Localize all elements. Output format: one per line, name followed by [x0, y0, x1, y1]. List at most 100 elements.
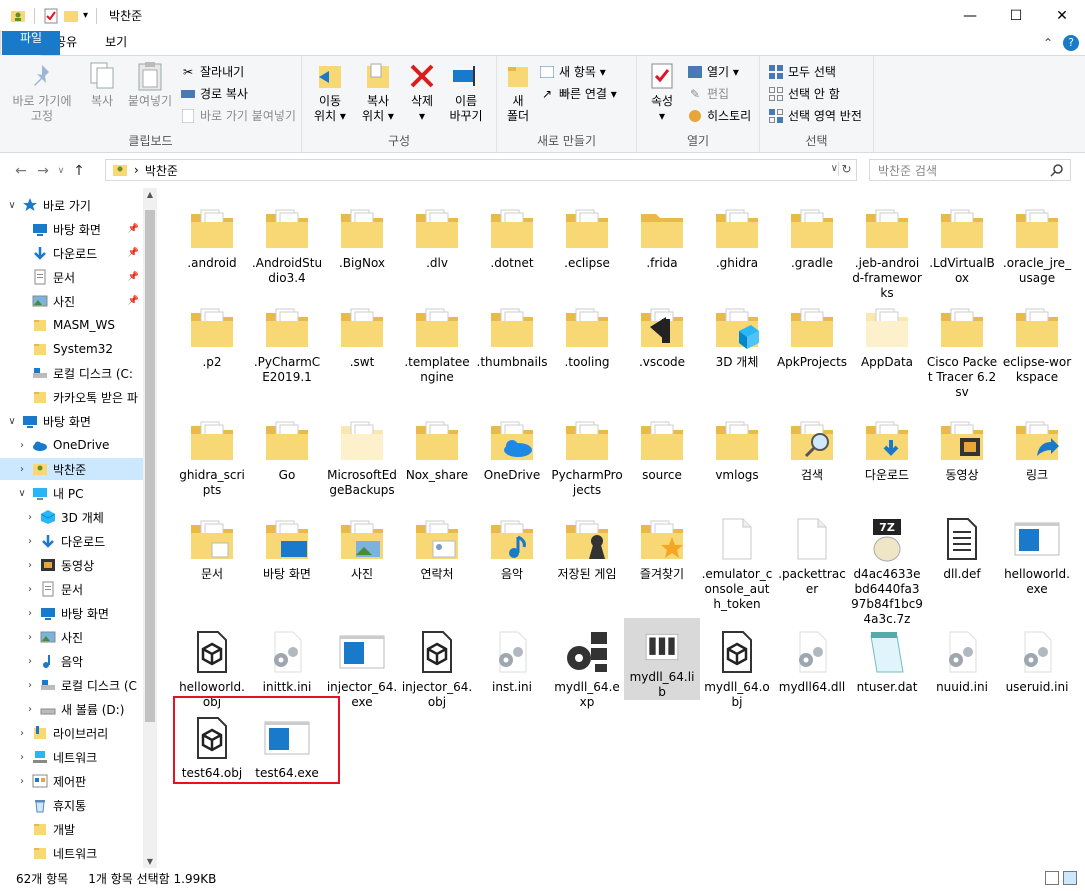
file-item[interactable]: injector_64.obj	[399, 618, 475, 710]
file-item[interactable]: .PyCharmCE2019.1	[249, 293, 325, 385]
copy-path-button[interactable]: 경로 복사	[180, 84, 296, 103]
address-dropdown-icon[interactable]: ∨	[831, 163, 838, 174]
edit-button[interactable]: ✎ 편집	[687, 84, 751, 103]
nav-item-17[interactable]: › 바탕 화면	[0, 602, 143, 624]
ribbon-collapse-icon[interactable]: ⌃	[1043, 36, 1053, 50]
nav-item-22[interactable]: › 라이브러리	[0, 722, 143, 744]
refresh-icon[interactable]: ↻	[838, 162, 854, 176]
nav-item-26[interactable]: 개발	[0, 818, 143, 840]
file-item[interactable]: .gradle	[774, 194, 850, 271]
collapse-icon[interactable]: ∨	[16, 488, 28, 499]
maximize-button[interactable]: ☐	[993, 0, 1039, 31]
nav-item-24[interactable]: › 제어판	[0, 770, 143, 792]
file-item[interactable]: .templateengine	[399, 293, 475, 385]
file-item[interactable]: 다운로드	[849, 406, 925, 483]
file-item[interactable]: .dlv	[399, 194, 475, 271]
nav-item-10[interactable]: › OneDrive	[0, 434, 143, 456]
file-item[interactable]: inittk.ini	[249, 618, 325, 695]
file-item[interactable]: dll.def	[924, 505, 1000, 582]
file-item[interactable]: .BigNox	[324, 194, 400, 271]
file-item[interactable]: .emulator_console_auth_token	[699, 505, 775, 612]
file-item[interactable]: .jeb-android-frameworks	[849, 194, 925, 301]
tab-file[interactable]: 파일	[2, 31, 60, 55]
back-button[interactable]: ←	[10, 163, 32, 179]
nav-item-5[interactable]: MASM_WS	[0, 314, 143, 336]
file-item[interactable]: 음악	[474, 505, 550, 582]
file-item[interactable]: 연락처	[399, 505, 475, 582]
expand-icon[interactable]: ›	[24, 512, 36, 523]
file-item[interactable]: mydll_64.exp	[549, 618, 625, 710]
nav-item-11[interactable]: › 박찬준	[0, 458, 143, 480]
expand-icon[interactable]: ›	[24, 584, 36, 595]
expand-icon[interactable]: ›	[16, 752, 28, 763]
file-item[interactable]: PycharmProjects	[549, 406, 625, 498]
recent-locations-button[interactable]: ∨	[54, 166, 68, 176]
paste-shortcut-button[interactable]: 바로 가기 붙여넣기	[180, 106, 296, 125]
file-item[interactable]: .vscode	[624, 293, 700, 370]
nav-item-16[interactable]: › 문서	[0, 578, 143, 600]
history-button[interactable]: 히스토리	[687, 106, 751, 125]
nav-item-12[interactable]: ∨ 내 PC	[0, 482, 143, 504]
file-item[interactable]: source	[624, 406, 700, 483]
select-none-button[interactable]: 선택 안 함	[768, 84, 862, 103]
nav-item-7[interactable]: 로컬 디스크 (C:	[0, 362, 143, 384]
file-item[interactable]: .frida	[624, 194, 700, 271]
large-icons-view-icon[interactable]	[1063, 871, 1077, 885]
help-icon[interactable]: ?	[1063, 35, 1079, 51]
expand-icon[interactable]: ›	[24, 656, 36, 667]
new-item-button[interactable]: 새 항목 ▾	[539, 62, 617, 81]
nav-item-23[interactable]: › 네트워크	[0, 746, 143, 768]
nav-scrollbar[interactable]: ▲ ▼	[143, 188, 157, 868]
minimize-button[interactable]: —	[947, 0, 993, 31]
expand-icon[interactable]: ›	[24, 704, 36, 715]
nav-item-4[interactable]: 사진 📌	[0, 290, 143, 312]
expand-icon[interactable]: ›	[24, 608, 36, 619]
file-item[interactable]: 즐겨찾기	[624, 505, 700, 582]
expand-icon[interactable]: ›	[16, 440, 28, 451]
expand-icon[interactable]: ›	[16, 464, 28, 475]
nav-item-13[interactable]: › 3D 개체	[0, 506, 143, 528]
tab-view[interactable]: 보기	[91, 31, 141, 55]
nav-item-15[interactable]: › 동영상	[0, 554, 143, 576]
file-item[interactable]: 검색	[774, 406, 850, 483]
scroll-thumb[interactable]	[145, 210, 155, 722]
file-item[interactable]: Cisco Packet Tracer 6.2sv	[924, 293, 1000, 400]
address-bar[interactable]: › 박찬준 ∨ ↻	[105, 159, 857, 181]
file-item[interactable]: AppData	[849, 293, 925, 370]
nav-item-27[interactable]: 네트워크	[0, 842, 143, 864]
file-item[interactable]: 사진	[324, 505, 400, 582]
scroll-up-icon[interactable]: ▲	[143, 190, 157, 199]
nav-item-3[interactable]: 문서 📌	[0, 266, 143, 288]
file-item[interactable]: ApkProjects	[774, 293, 850, 370]
properties-icon[interactable]	[43, 8, 59, 24]
nav-item-6[interactable]: System32	[0, 338, 143, 360]
file-item[interactable]: 문서	[174, 505, 250, 582]
file-item[interactable]: ntuser.dat	[849, 618, 925, 695]
forward-button[interactable]: →	[32, 163, 54, 179]
scroll-down-icon[interactable]: ▼	[143, 857, 157, 866]
search-input[interactable]: 박찬준 검색	[869, 159, 1071, 181]
nav-item-2[interactable]: 다운로드 📌	[0, 242, 143, 264]
file-item[interactable]: ghidra_scripts	[174, 406, 250, 498]
file-item[interactable]: mydll64.dll	[774, 618, 850, 695]
expand-icon[interactable]: ›	[16, 776, 28, 787]
file-item[interactable]: .packettracer	[774, 505, 850, 597]
nav-item-25[interactable]: 휴지통	[0, 794, 143, 816]
folder-user-icon[interactable]	[10, 8, 26, 24]
file-item[interactable]: .oracle_jre_usage	[999, 194, 1075, 286]
file-item[interactable]: .dotnet	[474, 194, 550, 271]
file-item[interactable]: .LdVirtualBox	[924, 194, 1000, 286]
invert-selection-button[interactable]: 선택 영역 반전	[768, 106, 862, 125]
file-item[interactable]: OneDrive	[474, 406, 550, 483]
file-item[interactable]: useruid.ini	[999, 618, 1075, 695]
customize-toolbar-icon[interactable]: ▾	[83, 10, 88, 21]
file-item[interactable]: .ghidra	[699, 194, 775, 271]
close-button[interactable]: ✕	[1039, 0, 1085, 31]
expand-icon[interactable]: ›	[24, 536, 36, 547]
file-item[interactable]: mydll_64.obj	[699, 618, 775, 710]
new-folder-icon[interactable]	[63, 8, 79, 24]
up-button[interactable]: ↑	[68, 163, 90, 179]
file-item[interactable]: 저장된 게임	[549, 505, 625, 582]
file-item[interactable]: .AndroidStudio3.4	[249, 194, 325, 286]
file-item[interactable]: Go	[249, 406, 325, 483]
